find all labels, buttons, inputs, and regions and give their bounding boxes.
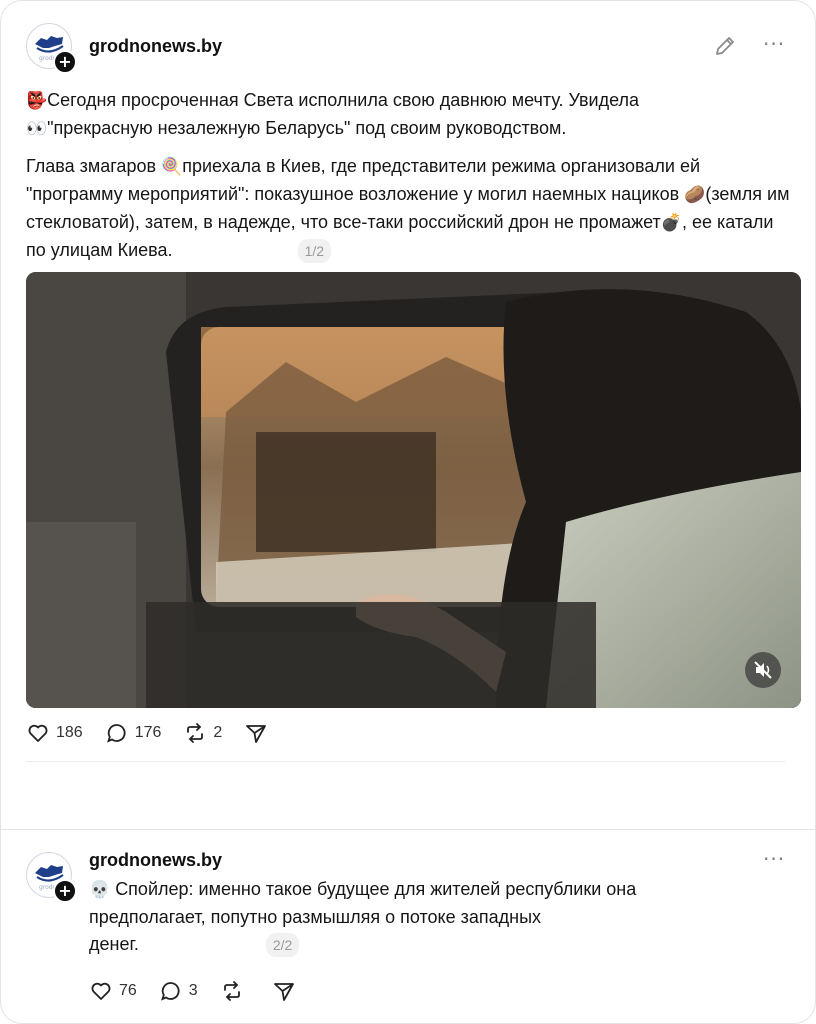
username[interactable]: grodnonews.by bbox=[89, 36, 222, 57]
mute-icon[interactable] bbox=[745, 652, 781, 688]
like-button[interactable]: 186 bbox=[26, 721, 83, 745]
heart-icon bbox=[28, 724, 48, 742]
comment-button[interactable]: 3 bbox=[159, 979, 198, 1003]
text-segment: "прекрасную незалежную Беларусь" под сво… bbox=[47, 118, 567, 138]
avatar[interactable]: grodno + bbox=[26, 23, 77, 74]
like-button[interactable]: 76 bbox=[89, 979, 137, 1003]
comment-count: 3 bbox=[188, 982, 198, 999]
comment-button[interactable]: 176 bbox=[105, 721, 162, 745]
share-button[interactable] bbox=[244, 721, 274, 745]
repost-icon bbox=[223, 981, 240, 1001]
bomb-emoji-icon: 💣 bbox=[660, 213, 682, 233]
repost-count: 2 bbox=[213, 724, 223, 741]
feed-frame: grodno + grodnonews.by ··· 👺Сегодня прос… bbox=[0, 0, 816, 1024]
divider bbox=[26, 761, 785, 762]
repost-icon bbox=[187, 723, 204, 743]
post-text: 👺Сегодня просроченная Света исполнила св… bbox=[26, 87, 791, 264]
text-line: Спойлер: именно такое будущее для жителе… bbox=[115, 879, 637, 899]
post-paragraph-1: 💀 Спойлер: именно такое будущее для жите… bbox=[89, 876, 791, 958]
follow-plus-icon[interactable]: + bbox=[53, 879, 77, 903]
share-button[interactable] bbox=[272, 979, 302, 1003]
post-paragraph-2: Глава змагаров 🍭приехала в Киев, где пре… bbox=[26, 153, 791, 264]
username[interactable]: grodnonews.by bbox=[89, 850, 222, 871]
page-indicator: 2/2 bbox=[265, 933, 300, 958]
eyes-emoji-icon: 👀 bbox=[26, 119, 48, 139]
follow-plus-icon[interactable]: + bbox=[53, 50, 77, 74]
comment-icon bbox=[160, 982, 180, 1001]
post-2: grodno + grodnonews.by ··· 💀 Спойлер: им… bbox=[1, 830, 815, 1023]
more-icon[interactable]: ··· bbox=[763, 847, 785, 871]
action-bar: 186 176 2 bbox=[26, 721, 296, 745]
action-bar: 76 3 bbox=[89, 979, 324, 1003]
like-count: 186 bbox=[56, 724, 83, 741]
post-text: 💀 Спойлер: именно такое будущее для жите… bbox=[89, 876, 791, 958]
page-indicator: 1/2 bbox=[297, 239, 332, 264]
post-paragraph-1: 👺Сегодня просроченная Света исполнила св… bbox=[26, 87, 791, 143]
pencil-icon[interactable] bbox=[713, 34, 737, 63]
text-segment: Глава змагаров bbox=[26, 156, 157, 176]
video-frame bbox=[26, 272, 801, 708]
avatar[interactable]: grodno + bbox=[26, 852, 77, 903]
potato-emoji-icon: 🥔 bbox=[684, 185, 706, 205]
comment-count: 176 bbox=[134, 724, 162, 741]
post-1: grodno + grodnonews.by ··· 👺Сегодня прос… bbox=[1, 1, 815, 830]
share-icon bbox=[246, 725, 267, 743]
skull-emoji-icon: 💀 bbox=[89, 880, 111, 900]
text-segment: Сегодня просроченная Света исполнила сво… bbox=[47, 90, 640, 110]
comment-icon bbox=[106, 724, 126, 743]
text-line: предполагает, попутно размышляя о потоке… bbox=[89, 907, 542, 927]
more-icon[interactable]: ··· bbox=[763, 32, 785, 56]
repost-button[interactable] bbox=[220, 979, 250, 1003]
devil-emoji-icon: 👺 bbox=[26, 91, 48, 111]
share-icon bbox=[273, 983, 294, 1001]
repost-button[interactable]: 2 bbox=[183, 721, 222, 745]
video-player[interactable] bbox=[26, 272, 801, 708]
lollipop-emoji-icon: 🍭 bbox=[161, 157, 183, 177]
like-count: 76 bbox=[119, 982, 137, 999]
text-line: денег. bbox=[89, 934, 139, 954]
heart-icon bbox=[91, 982, 111, 1000]
